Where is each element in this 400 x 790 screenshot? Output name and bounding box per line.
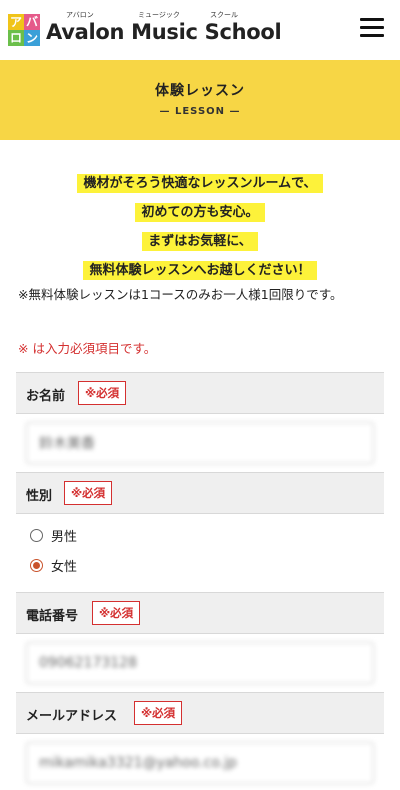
phone-label-row: 電話番号 ※必須: [16, 592, 384, 634]
hamburger-menu-icon[interactable]: [360, 18, 384, 38]
email-label-row: メールアドレス ※必須: [16, 692, 384, 734]
radio-label: 女性: [51, 560, 78, 575]
gender-option-female[interactable]: 女性: [30, 556, 77, 575]
page-banner: 体験レッスン — LESSON —: [0, 60, 400, 140]
phone-label: 電話番号: [26, 609, 79, 624]
name-input[interactable]: [26, 422, 374, 464]
name-label-row: お名前 ※必須: [16, 372, 384, 414]
radio-label: 男性: [51, 530, 78, 545]
radio-button[interactable]: [30, 529, 43, 542]
required-badge: ※必須: [64, 481, 113, 505]
required-note: ※ は入力必須項目です。: [18, 341, 157, 356]
required-badge: ※必須: [134, 701, 183, 725]
logo-mark[interactable]: ア バ ロ ン: [8, 14, 40, 46]
page-subtitle: — LESSON —: [159, 106, 241, 117]
intro-text: 機材がそろう快適なレッスンルームで、 初めての方も安心。 まずはお気軽に、 無料…: [0, 172, 400, 288]
required-badge: ※必須: [92, 601, 141, 625]
gender-label-row: 性別 ※必須: [16, 472, 384, 514]
gender-radio-group: 男性 女性: [16, 514, 384, 592]
site-header: ア バ ロ ン アバロン ミュージック スクール Avalon Music Sc…: [0, 0, 400, 60]
site-logo-name[interactable]: Avalon Music School: [46, 20, 282, 44]
intro-line: まずはお気軽に、: [142, 232, 258, 251]
phone-input[interactable]: [26, 642, 374, 684]
intro-line: 無料体験レッスンへお越しください！: [83, 261, 317, 280]
logo-ruby: アバロン: [66, 11, 94, 19]
trial-lesson-form: お名前 ※必須 性別 ※必須 男性 女性 電話番号 ※必須 メールアドレス ※必…: [16, 372, 384, 790]
logo-ruby: スクール: [210, 11, 238, 19]
limit-note: ※無料体験レッスンは1コースのみお一人様1回限りです。: [18, 287, 343, 302]
page-title: 体験レッスン: [155, 83, 245, 99]
logo-glyph: ロ: [8, 30, 24, 46]
radio-button-selected[interactable]: [30, 559, 43, 572]
email-input[interactable]: [26, 742, 374, 784]
intro-line: 初めての方も安心。: [135, 203, 265, 222]
intro-line: 機材がそろう快適なレッスンルームで、: [77, 174, 323, 193]
email-label: メールアドレス: [26, 709, 118, 724]
gender-option-male[interactable]: 男性: [30, 526, 77, 545]
logo-glyph: ア: [8, 14, 24, 30]
logo-ruby: ミュージック: [138, 11, 180, 19]
required-badge: ※必須: [78, 381, 127, 405]
logo-glyph: ン: [24, 30, 40, 46]
logo-glyph: バ: [24, 14, 40, 30]
name-label: お名前: [26, 389, 66, 404]
gender-label: 性別: [26, 489, 53, 504]
